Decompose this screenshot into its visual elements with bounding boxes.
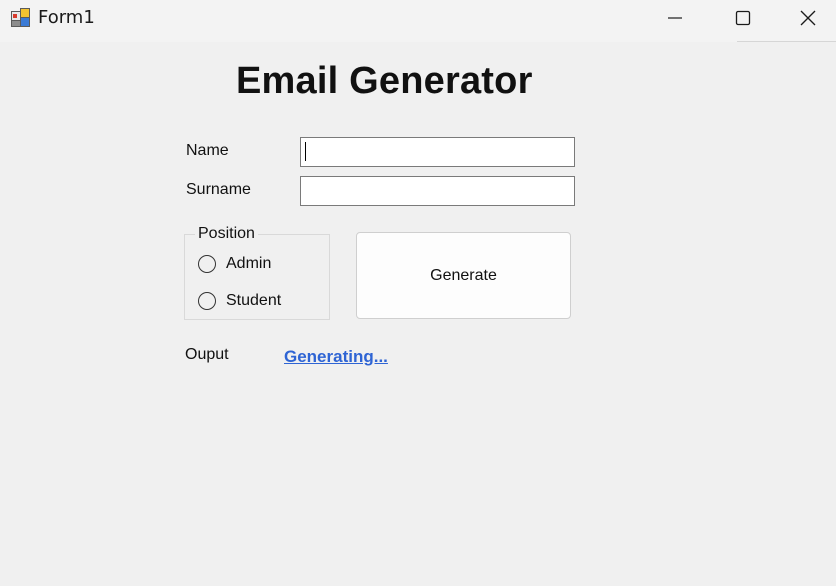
- radio-admin-label[interactable]: Admin: [226, 255, 271, 273]
- text-caret: [305, 142, 306, 161]
- surname-label: Surname: [186, 181, 251, 198]
- maximize-button[interactable]: [708, 0, 778, 36]
- close-icon: [800, 10, 815, 26]
- minimize-icon: [668, 17, 682, 19]
- generate-button[interactable]: Generate: [356, 232, 571, 319]
- radio-admin-circle[interactable]: [198, 255, 216, 273]
- surname-input[interactable]: [300, 176, 575, 206]
- minimize-button[interactable]: [640, 0, 710, 36]
- app-window: Form1 Email Generator Name Surname Posit…: [0, 0, 836, 586]
- radio-student[interactable]: Student: [198, 292, 281, 310]
- title-bar[interactable]: Form1: [0, 0, 836, 42]
- output-label: Ouput: [185, 346, 229, 363]
- radio-student-label[interactable]: Student: [226, 292, 281, 310]
- output-link[interactable]: Generating...: [284, 347, 388, 367]
- name-input[interactable]: [300, 137, 575, 167]
- app-icon: [11, 8, 30, 27]
- maximize-icon: [735, 10, 751, 26]
- radio-admin[interactable]: Admin: [198, 255, 271, 273]
- page-title: Email Generator: [236, 60, 533, 102]
- position-group-legend: Position: [195, 225, 258, 243]
- titlebar-divider: [737, 41, 836, 42]
- window-title: Form1: [38, 7, 95, 28]
- name-label: Name: [186, 142, 229, 159]
- close-button[interactable]: [779, 0, 836, 36]
- radio-student-circle[interactable]: [198, 292, 216, 310]
